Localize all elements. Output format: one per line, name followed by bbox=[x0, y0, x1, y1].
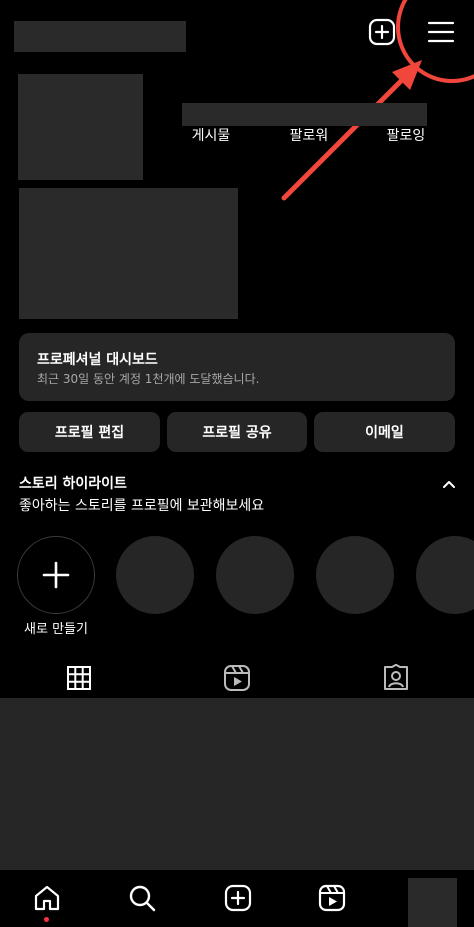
share-profile-button[interactable]: 프로필 공유 bbox=[167, 412, 307, 452]
grid-icon[interactable] bbox=[66, 665, 92, 691]
plus-icon bbox=[42, 561, 70, 589]
bottom-navigation bbox=[0, 870, 474, 927]
stat-posts-label[interactable]: 게시물 bbox=[180, 125, 242, 145]
highlight-placeholder bbox=[416, 536, 474, 614]
profile-avatar[interactable] bbox=[408, 878, 457, 927]
stat-following-label[interactable]: 팔로잉 bbox=[375, 125, 437, 145]
profile-picture-redacted[interactable] bbox=[18, 74, 143, 180]
stats-numbers-redacted bbox=[182, 103, 427, 126]
new-highlight-label: 새로 만들기 bbox=[24, 622, 88, 637]
search-icon[interactable] bbox=[128, 884, 156, 912]
home-active-dot bbox=[44, 917, 49, 922]
create-icon[interactable] bbox=[224, 884, 252, 912]
edit-profile-button[interactable]: 프로필 편집 bbox=[19, 412, 160, 452]
posts-grid-area bbox=[0, 698, 474, 870]
highlight-placeholder bbox=[216, 536, 294, 614]
bio-redacted bbox=[19, 188, 238, 319]
reels-nav-icon[interactable] bbox=[318, 884, 346, 912]
dashboard-subtitle: 최근 30일 동안 계정 1천개에 도달했습니다. bbox=[37, 372, 260, 386]
dashboard-title: 프로페셔널 대시보드 bbox=[37, 352, 158, 368]
tagged-icon[interactable] bbox=[382, 664, 410, 692]
highlight-placeholder bbox=[316, 536, 394, 614]
email-button[interactable]: 이메일 bbox=[314, 412, 455, 452]
highlight-placeholder bbox=[116, 536, 194, 614]
highlights-title: 스토리 하이라이트 bbox=[19, 476, 127, 492]
chevron-up-icon[interactable] bbox=[442, 479, 456, 489]
home-icon[interactable] bbox=[33, 884, 61, 912]
reels-icon[interactable] bbox=[223, 664, 251, 692]
stat-followers-label[interactable]: 팔로워 bbox=[278, 125, 340, 145]
new-highlight-button[interactable] bbox=[17, 536, 95, 614]
professional-dashboard-card[interactable]: 프로페셔널 대시보드 최근 30일 동안 계정 1천개에 도달했습니다. bbox=[19, 333, 455, 401]
highlights-subtitle: 좋아하는 스토리를 프로필에 보관해보세요 bbox=[19, 498, 265, 514]
